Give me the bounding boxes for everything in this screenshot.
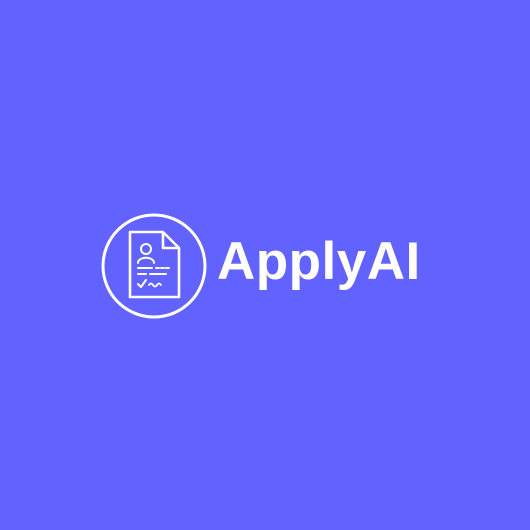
avatar-body	[137, 256, 155, 264]
avatar-head	[140, 243, 152, 255]
logo-emblem	[100, 212, 208, 320]
resume-document-icon	[101, 213, 207, 319]
signature-squiggle	[148, 282, 162, 288]
brand-name: ApplyAI	[217, 232, 421, 291]
applyai-logo: ApplyAI	[0, 0, 530, 530]
emblem-ring	[101, 213, 207, 319]
check-mark-icon	[137, 279, 147, 288]
